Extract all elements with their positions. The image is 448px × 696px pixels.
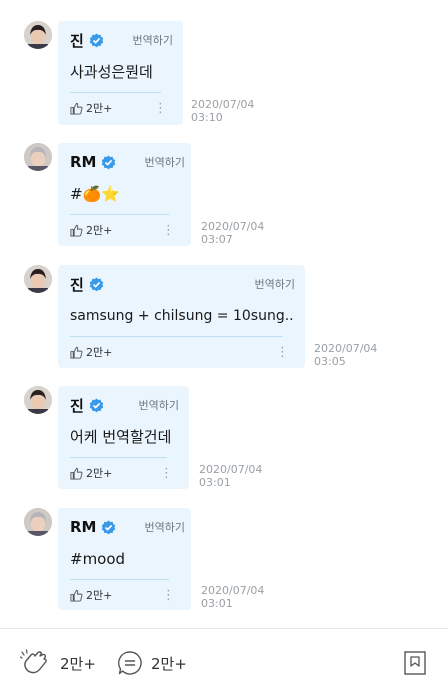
verified-badge-icon bbox=[89, 32, 104, 47]
bookmark-icon bbox=[404, 651, 426, 675]
comment-feed: 진 번역하기 사과성은뭔데 2만+ ⋮ 2020/07/04 03:10 RM … bbox=[0, 0, 448, 628]
comment-text: #🍊⭐ bbox=[70, 185, 120, 203]
more-options-icon[interactable]: ⋮ bbox=[154, 102, 167, 115]
like-button[interactable]: 2만+ bbox=[70, 587, 112, 603]
comments-button[interactable]: 2만+ bbox=[117, 650, 187, 676]
comments-count: 2만+ bbox=[151, 654, 187, 673]
comment-bubble: 진 번역하기 samsung + chilsung = 10sung.. 2만+… bbox=[58, 265, 305, 368]
like-count: 2만+ bbox=[86, 346, 113, 359]
author-name[interactable]: 진 bbox=[70, 274, 84, 295]
comment-bubble: 진 번역하기 사과성은뭔데 2만+ ⋮ bbox=[58, 21, 183, 125]
jin-avatar[interactable] bbox=[24, 265, 52, 293]
rm-avatar[interactable] bbox=[24, 508, 52, 536]
translate-button[interactable]: 번역하기 bbox=[227, 276, 295, 292]
comment-bubble: 진 번역하기 어케 번역할건데 2만+ ⋮ bbox=[58, 386, 189, 489]
timestamp: 2020/07/04 03:05 bbox=[314, 342, 378, 368]
comment-text: 어케 번역할건데 bbox=[70, 428, 172, 446]
like-button[interactable]: 2만+ bbox=[70, 344, 112, 360]
thumbs-up-icon bbox=[70, 467, 83, 480]
thumbs-up-icon bbox=[70, 346, 83, 359]
comment-bubble: RM 번역하기 #mood 2만+ ⋮ bbox=[58, 508, 191, 610]
translate-button[interactable]: 번역하기 bbox=[116, 519, 184, 535]
like-count: 2만+ bbox=[86, 467, 113, 480]
comment-text: samsung + chilsung = 10sung.. bbox=[70, 308, 294, 324]
like-count: 2만+ bbox=[86, 589, 113, 602]
author-name[interactable]: RM bbox=[70, 518, 96, 536]
bottom-action-bar: 2만+ 2만+ bbox=[0, 628, 448, 696]
like-button[interactable]: 2만+ bbox=[70, 222, 112, 238]
thumbs-up-icon bbox=[70, 102, 83, 115]
comment-bubble: RM 번역하기 #🍊⭐ 2만+ ⋮ bbox=[58, 143, 191, 246]
timestamp: 2020/07/04 03:07 bbox=[201, 220, 265, 246]
more-options-icon[interactable]: ⋮ bbox=[162, 589, 175, 602]
timestamp: 2020/07/04 03:01 bbox=[201, 584, 265, 610]
thumbs-up-icon bbox=[70, 224, 83, 237]
reactions-button[interactable]: 2만+ bbox=[20, 649, 96, 677]
timestamp: 2020/07/04 03:01 bbox=[199, 463, 263, 489]
author-name[interactable]: RM bbox=[70, 153, 96, 171]
like-button[interactable]: 2만+ bbox=[70, 100, 112, 116]
verified-badge-icon bbox=[89, 397, 104, 412]
jin-avatar[interactable] bbox=[24, 21, 52, 49]
comment-bubble-icon bbox=[118, 651, 142, 675]
verified-badge-icon bbox=[89, 276, 104, 291]
like-button[interactable]: 2만+ bbox=[70, 465, 112, 481]
like-count: 2만+ bbox=[86, 102, 113, 115]
bookmark-button[interactable] bbox=[404, 651, 426, 675]
verified-badge-icon bbox=[102, 154, 116, 169]
reactions-count: 2만+ bbox=[60, 654, 96, 673]
author-name[interactable]: 진 bbox=[70, 30, 84, 51]
more-options-icon[interactable]: ⋮ bbox=[276, 346, 289, 359]
like-count: 2만+ bbox=[86, 224, 113, 237]
translate-button[interactable]: 번역하기 bbox=[105, 32, 173, 48]
timestamp: 2020/07/04 03:10 bbox=[191, 98, 255, 124]
thumbs-up-icon bbox=[70, 589, 83, 602]
more-options-icon[interactable]: ⋮ bbox=[162, 224, 175, 237]
translate-button[interactable]: 번역하기 bbox=[111, 397, 179, 413]
jin-avatar[interactable] bbox=[24, 386, 52, 414]
author-name[interactable]: 진 bbox=[70, 395, 84, 416]
verified-badge-icon bbox=[102, 519, 116, 534]
translate-button[interactable]: 번역하기 bbox=[116, 154, 184, 170]
more-options-icon[interactable]: ⋮ bbox=[160, 467, 173, 480]
applause-icon bbox=[20, 649, 47, 674]
rm-avatar[interactable] bbox=[24, 143, 52, 171]
comment-text: #mood bbox=[70, 550, 126, 568]
comment-text: 사과성은뭔데 bbox=[70, 63, 153, 81]
